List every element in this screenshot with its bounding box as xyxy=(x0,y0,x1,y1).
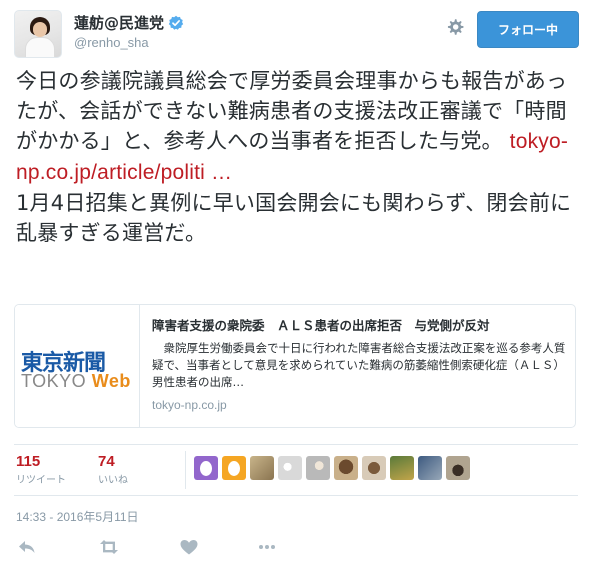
tokyo-web-logo: TOKYO Web xyxy=(21,371,131,391)
retweets-label: リツイート xyxy=(16,475,66,486)
tweet-text-part1: 今日の参議院議員総会で厚労委員会理事からも報告があったが、会話ができない難病患者… xyxy=(16,69,568,153)
card-domain: tokyo-np.co.jp xyxy=(152,398,227,412)
liker-avatar[interactable] xyxy=(306,456,330,480)
card-body: 障害者支援の衆院委 ＡＬＳ患者の出席拒否 与党側が反対 衆院厚生労働委員会で十日… xyxy=(152,315,567,412)
tweet-actions xyxy=(16,536,316,560)
retweets-stat[interactable]: 115 リツイート xyxy=(16,453,66,486)
verified-badge-icon xyxy=(168,15,184,30)
avatar[interactable] xyxy=(14,10,62,58)
card-thumbnail[interactable]: 東京新聞 TOKYO Web xyxy=(15,305,140,427)
liker-avatars xyxy=(194,456,470,480)
likes-label: いいね xyxy=(98,475,128,486)
name-row: 蓮舫@民進党 xyxy=(74,12,184,33)
tweet-header: 蓮舫@民進党 @renho_sha フォロー中 xyxy=(14,10,579,60)
liker-avatar[interactable] xyxy=(390,456,414,480)
more-icon[interactable] xyxy=(256,536,278,558)
stats-divider xyxy=(185,451,186,489)
link-card[interactable]: 東京新聞 TOKYO Web 障害者支援の衆院委 ＡＬＳ患者の出席拒否 与党側が… xyxy=(14,304,576,428)
liker-avatar[interactable] xyxy=(334,456,358,480)
card-title[interactable]: 障害者支援の衆院委 ＡＬＳ患者の出席拒否 与党側が反対 xyxy=(152,315,567,334)
liker-avatar[interactable] xyxy=(446,456,470,480)
liker-avatar[interactable] xyxy=(278,456,302,480)
likes-stat[interactable]: 74 いいね xyxy=(98,453,128,486)
tweet-text-part2: 1月4日招集と異例に早い国会開会にも関わらず、閉会前に乱暴すぎる運営だ。 xyxy=(16,191,572,245)
liker-avatar[interactable] xyxy=(222,456,246,480)
tweet-stats: 115 リツイート 74 いいね xyxy=(14,444,578,496)
liker-avatar[interactable] xyxy=(418,456,442,480)
retweet-icon[interactable] xyxy=(98,536,120,558)
liker-avatar[interactable] xyxy=(250,456,274,480)
gear-icon[interactable] xyxy=(444,16,466,38)
liker-avatar[interactable] xyxy=(362,456,386,480)
card-description: 衆院厚生労働委員会で十日に行われた障害者総合支援法改正案を巡る参考人質疑で、当事… xyxy=(152,341,566,389)
display-name[interactable]: 蓮舫@民進党 xyxy=(74,12,164,33)
tweet-text: 今日の参議院議員総会で厚労委員会理事からも報告があったが、会話ができない難病患者… xyxy=(16,66,578,248)
follow-button[interactable]: フォロー中 xyxy=(477,11,579,48)
handle[interactable]: @renho_sha xyxy=(74,35,149,50)
like-icon[interactable] xyxy=(178,536,200,558)
retweets-count: 115 xyxy=(16,453,41,470)
timestamp[interactable]: 14:33 - 2016年5月11日 xyxy=(16,508,139,525)
likes-count: 74 xyxy=(98,453,115,470)
reply-icon[interactable] xyxy=(16,536,38,558)
liker-avatar[interactable] xyxy=(194,456,218,480)
